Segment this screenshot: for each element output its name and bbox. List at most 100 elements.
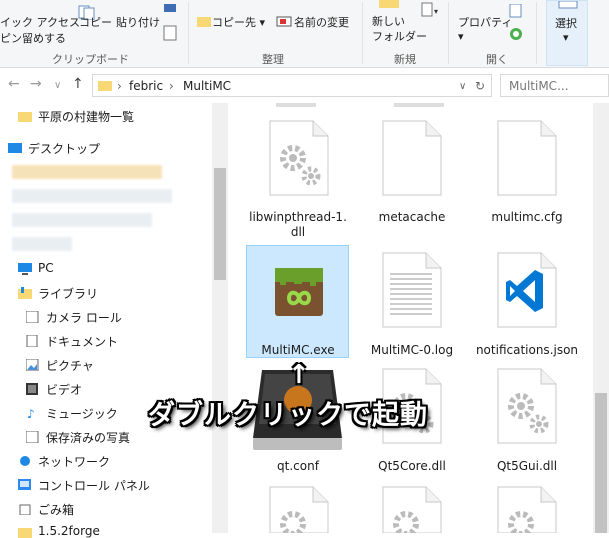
nav-item-videos[interactable]: ビデオ: [46, 381, 82, 398]
forward-arrow-icon[interactable]: →: [30, 76, 42, 92]
new-item-icon: ▾: [421, 2, 438, 17]
address-dropdown-icon[interactable]: ∨: [459, 81, 466, 92]
divider: [536, 2, 537, 64]
breadcrumb-separator-icon: ›: [169, 79, 174, 93]
gear-file-icon: [382, 486, 442, 533]
copy-to-label: コピー先: [212, 16, 256, 29]
nav-item-saved-pictures[interactable]: 保存済みの写真: [46, 429, 130, 446]
folder-icon: [98, 81, 112, 91]
blank-file-icon: [497, 120, 557, 196]
back-arrow-icon[interactable]: ←: [8, 76, 20, 92]
file-name-metacache[interactable]: metacache: [352, 210, 472, 225]
new-group-label: 新規: [394, 53, 416, 66]
select-button[interactable]: 選択 ▾: [546, 0, 588, 66]
select-icon: [558, 1, 578, 9]
nav-pane-scroll-thumb[interactable]: [214, 168, 226, 280]
folder-icon: [197, 17, 211, 27]
divider: [448, 2, 449, 64]
gear-file-icon: [269, 120, 329, 196]
file-name-libwinpthread[interactable]: libwinpthread-1. dll: [238, 210, 358, 240]
file-pane-scroll-thumb[interactable]: [595, 393, 607, 533]
nav-item-control-panel[interactable]: コントロール パネル: [38, 477, 150, 494]
desktop-icon: [8, 143, 22, 153]
breadcrumb-separator-icon: ›: [117, 79, 122, 93]
blurred-item: [12, 213, 152, 227]
vscode-icon: [497, 252, 557, 328]
rename-button[interactable]: 名前の変更: [294, 14, 349, 30]
navigation-pane: 平原の村建物一覧 デスクトップ PC ライブラリ カメラ ロール ドキュメント …: [0, 103, 228, 538]
breadcrumb-multimc[interactable]: MultiMC: [183, 79, 231, 93]
multimc-icon: [275, 268, 323, 316]
copy-button[interactable]: コピー: [79, 14, 112, 30]
blurred-item: [12, 189, 172, 203]
refresh-icon[interactable]: ↻: [475, 79, 485, 93]
organize-group-label: 整理: [262, 53, 284, 66]
gear-file-icon: [497, 368, 557, 444]
camera-roll-icon: [26, 311, 39, 323]
open-group-label: 開く: [486, 53, 508, 66]
clipboard-small-icons: [163, 4, 177, 41]
file-name-multimc-cfg[interactable]: multimc.cfg: [467, 210, 587, 225]
search-input[interactable]: MultiMC...: [500, 74, 609, 97]
nav-item-library[interactable]: ライブラリ: [38, 285, 98, 302]
nav-item-network[interactable]: ネットワーク: [38, 453, 110, 470]
properties-button[interactable]: プロパティ ▾: [458, 14, 512, 43]
properties-label: プロパティ: [458, 16, 513, 29]
file-name-qt-conf[interactable]: qt.conf: [238, 459, 358, 474]
clipboard-group-label: クリップボード: [52, 53, 129, 66]
blurred-item: [12, 165, 162, 179]
file-name-qt5core-dll[interactable]: Qt5Core.dll: [352, 459, 472, 474]
annotation-text: ダブルクリックで起動: [148, 400, 428, 431]
music-icon: ♪: [27, 407, 35, 419]
pc-icon: [18, 263, 32, 275]
nav-item-documents[interactable]: ドキュメント: [46, 333, 118, 350]
documents-icon: [26, 335, 38, 347]
nav-item-camera-roll[interactable]: カメラ ロール: [46, 309, 122, 326]
partial-file-label: [394, 103, 444, 107]
gear-file-icon: [269, 486, 329, 533]
divider: [362, 2, 363, 64]
pictures-icon: [26, 359, 39, 371]
open-small-icons: [509, 4, 522, 40]
breadcrumb-febric[interactable]: febric: [129, 79, 163, 93]
new-folder-icon: [379, 0, 399, 8]
quick-access-label[interactable]: イック アクセス: [0, 14, 80, 30]
copy-to-button[interactable]: コピー先 ▾: [212, 14, 265, 30]
annotation-arrow-icon: ↑: [288, 360, 310, 390]
file-name-multimc-exe[interactable]: MultiMC.exe: [238, 343, 358, 358]
nav-item-music[interactable]: ミュージック: [46, 405, 118, 422]
nav-item-heigen[interactable]: 平原の村建物一覧: [38, 108, 134, 125]
library-icon: [18, 287, 32, 299]
nav-item-recycle-bin[interactable]: ごみ箱: [38, 501, 74, 518]
select-label: 選択: [555, 17, 577, 30]
nav-item-desktop[interactable]: デスクトップ: [28, 140, 100, 157]
nav-item-1-5-2forge[interactable]: 1.5.2forge: [38, 524, 100, 538]
gear-file-icon: [497, 486, 557, 533]
videos-icon: [26, 383, 38, 395]
file-name-notifications-json[interactable]: notifications.json: [467, 343, 587, 358]
network-icon: [20, 456, 30, 466]
blurred-item: [12, 237, 72, 251]
folder-icon: [18, 528, 32, 538]
recycle-bin-icon: [19, 504, 31, 515]
svg-text:♪: ♪: [27, 407, 35, 419]
pin-label[interactable]: ピン留めする: [0, 30, 66, 46]
search-placeholder: MultiMC...: [509, 79, 569, 93]
blank-file-icon: [382, 120, 442, 196]
partial-file-label: [276, 103, 316, 107]
control-panel-icon: [18, 479, 31, 490]
folder-icon: [18, 112, 32, 122]
nav-item-pictures[interactable]: ピクチャ: [46, 357, 94, 374]
address-bar[interactable]: › febric › MultiMC ∨ ↻: [92, 74, 492, 97]
file-name-multimc-log[interactable]: MultiMC-0.log: [352, 343, 472, 358]
nav-item-pc[interactable]: PC: [38, 261, 54, 275]
saved-pictures-icon: [26, 431, 39, 443]
text-file-icon: [382, 252, 442, 328]
select-dropdown: ▾: [563, 31, 569, 44]
file-name-qt5gui-dll[interactable]: Qt5Gui.dll: [467, 459, 587, 474]
new-folder-button[interactable]: 新しい フォルダー: [372, 14, 427, 44]
ribbon: イック アクセス ピン留めする コピー 貼り付け クリップボード コピー先 ▾ …: [0, 0, 609, 68]
paste-button[interactable]: 貼り付け: [116, 14, 160, 30]
recent-chevron-icon[interactable]: ∨: [54, 80, 61, 91]
up-arrow-icon[interactable]: ↑: [72, 76, 84, 92]
